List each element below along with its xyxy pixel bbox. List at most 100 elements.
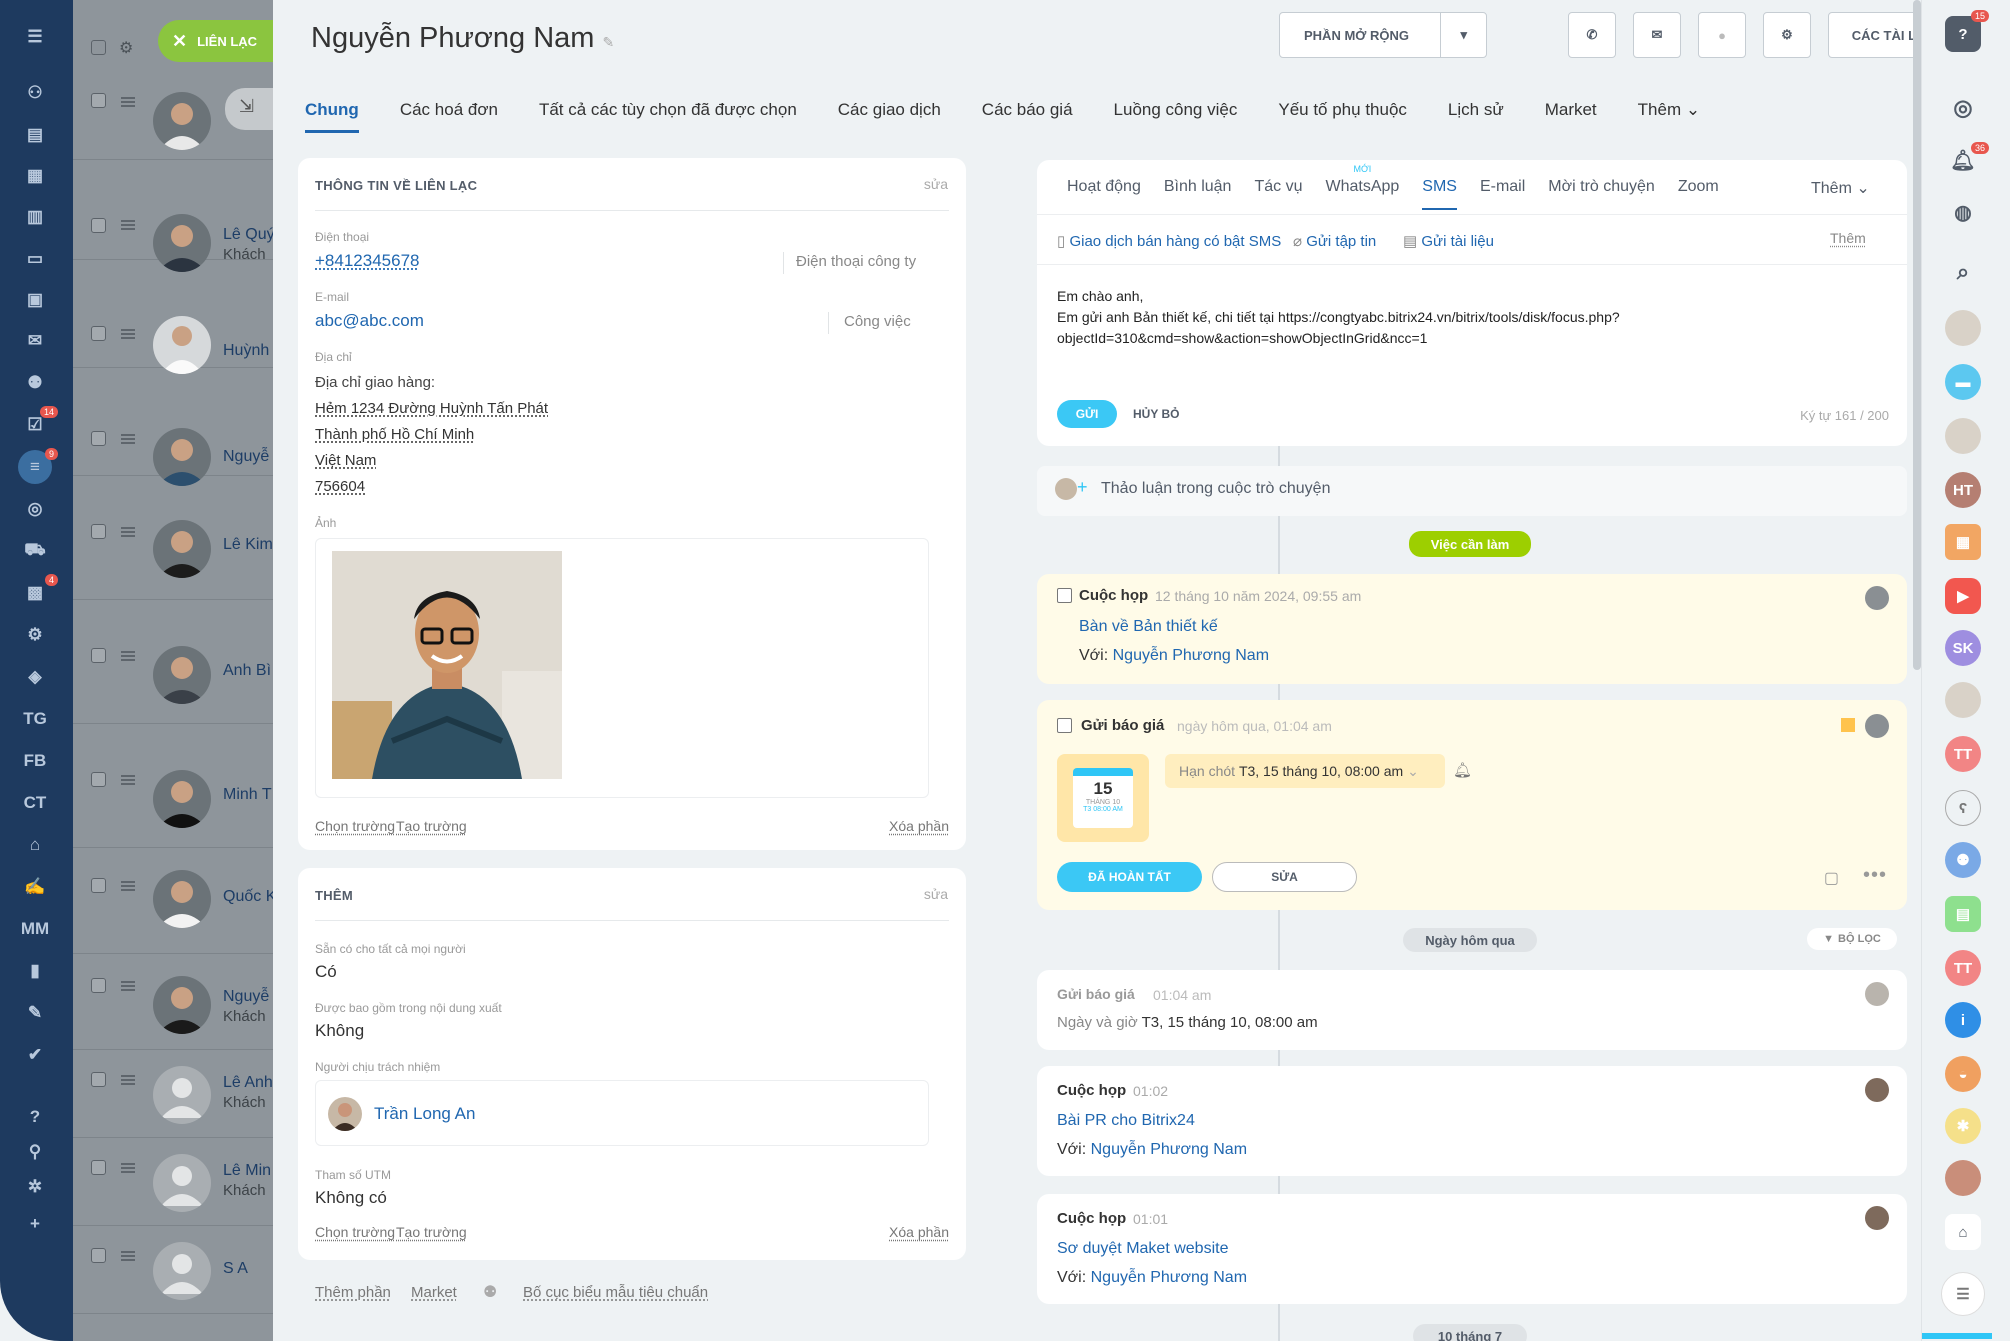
list-item[interactable]: Lê Min Khách xyxy=(73,1138,273,1226)
contact-link[interactable]: Nguyễn Phương Nam xyxy=(1091,1269,1247,1286)
nav-item-ct[interactable]: CT xyxy=(18,786,52,820)
groups-icon[interactable]: ⚉ xyxy=(18,366,52,400)
edit-more-link[interactable]: sửa xyxy=(924,886,948,902)
tab-task[interactable]: Tác vụ xyxy=(1254,178,1302,210)
menu-icon[interactable]: ☰ xyxy=(18,20,52,54)
tab-deals[interactable]: Các giao dịch xyxy=(838,100,941,133)
contact-close-tab[interactable]: ✕ LIÊN LẠC xyxy=(158,20,274,62)
list-item[interactable]: ⇲ xyxy=(73,60,273,160)
add-section-link[interactable]: Thêm phần xyxy=(315,1284,391,1301)
search-icon[interactable]: ⌕ xyxy=(1945,254,1981,290)
list-settings-icon[interactable]: ⚙ xyxy=(119,38,133,58)
lock-icon[interactable]: ⌂ xyxy=(1945,1214,1981,1250)
tab-general[interactable]: Chung xyxy=(305,100,359,133)
tab-whatsapp[interactable]: WhatsApp MỚI xyxy=(1325,164,1399,210)
help-icon[interactable]: ? 15 xyxy=(1945,10,1989,52)
checklist-icon[interactable]: ☑ 14 xyxy=(18,406,58,442)
more-dots-icon[interactable]: ••• xyxy=(1863,864,1887,887)
tab-activity[interactable]: Hoạt động xyxy=(1067,178,1141,210)
list-item[interactable]: Nguyễ xyxy=(73,368,273,486)
filter-button[interactable]: ▼ BỘ LỌC xyxy=(1807,928,1897,950)
tab-chat-invite[interactable]: Mời trò chuyện xyxy=(1548,178,1655,210)
extensions-button[interactable]: PHẦN MỞ RỘNG ▾ xyxy=(1279,12,1487,58)
target-icon[interactable]: ◎ xyxy=(18,492,52,526)
delete-section-link[interactable]: Xóa phần xyxy=(889,818,949,834)
email-link[interactable]: abc@abc.com xyxy=(315,311,424,331)
chat-button[interactable]: ● xyxy=(1698,12,1746,58)
edit-title-icon[interactable]: ✎ xyxy=(603,34,615,50)
cart-icon[interactable]: ⛟ xyxy=(18,534,52,568)
sitemap-icon[interactable]: ⚲ xyxy=(18,1135,52,1169)
sms-deal-link[interactable]: ▯ Giao dịch bán hàng có bật SMS xyxy=(1057,232,1281,250)
send-document-link[interactable]: ▤ Gửi tài liệu xyxy=(1403,232,1494,250)
settings-button[interactable]: ⚙ xyxy=(1763,12,1811,58)
bear-icon[interactable]: ʕ xyxy=(1945,790,1981,826)
lightbulb-icon[interactable]: ✱ xyxy=(1945,1108,1981,1144)
target-icon[interactable]: ◎ xyxy=(1945,90,1981,126)
edit-doc-icon[interactable]: ✎ xyxy=(18,996,52,1030)
sms-message-input[interactable]: Em chào anh, Em gửi anh Bản thiết kế, ch… xyxy=(1057,286,1887,349)
avatar-initials[interactable]: TT xyxy=(1945,950,1981,986)
avatar[interactable] xyxy=(1945,418,1981,454)
tab-invoices[interactable]: Các hoá đơn xyxy=(400,100,498,133)
robot-icon[interactable]: ⚙ xyxy=(18,618,52,652)
tab-email[interactable]: E-mail xyxy=(1480,178,1525,210)
address-line[interactable]: Thành phố Hồ Chí Minh xyxy=(315,426,474,443)
list-item[interactable]: Lê Kim xyxy=(73,476,273,600)
list-icon[interactable]: ☰ xyxy=(1941,1272,1985,1316)
chevron-down-icon[interactable]: ▾ xyxy=(1440,13,1486,57)
create-field-link[interactable]: Tạo trường xyxy=(396,1224,467,1240)
tab-dependencies[interactable]: Yếu tố phụ thuộc xyxy=(1278,100,1407,133)
calendar-icon[interactable]: ▦ xyxy=(18,159,52,193)
documents-icon[interactable]: ▥ xyxy=(18,200,52,234)
tab-market[interactable]: Market xyxy=(1545,100,1597,133)
avatar-initials[interactable]: HT xyxy=(1945,472,1981,508)
nav-item-mm[interactable]: MM xyxy=(18,912,52,946)
meeting-subject-link[interactable]: Bài PR cho Bitrix24 xyxy=(1057,1112,1195,1130)
note-icon[interactable]: ▢ xyxy=(1824,868,1839,888)
list-item[interactable]: Huỳnh xyxy=(73,260,273,374)
standard-layout-link[interactable]: Bố cục biểu mẫu tiêu chuẩn xyxy=(523,1284,708,1301)
collapse-icon[interactable]: ⇲ xyxy=(225,88,273,130)
tab-sms[interactable]: SMS xyxy=(1422,178,1457,210)
edit-contact-info-link[interactable]: sửa xyxy=(924,176,948,192)
food-icon[interactable]: ◒ xyxy=(1945,1056,1981,1092)
add-icon[interactable]: + xyxy=(18,1207,52,1241)
feed-icon[interactable]: ⚇ xyxy=(18,76,52,110)
avatar[interactable] xyxy=(1945,1160,1981,1196)
list-item[interactable]: Minh T xyxy=(73,724,273,848)
list-item[interactable]: Lê Quý Khách xyxy=(73,160,273,272)
chat-icon[interactable]: ◍ xyxy=(1945,194,1981,230)
sign-icon[interactable]: ✍ xyxy=(18,870,52,904)
avatar-initials[interactable]: TT xyxy=(1945,736,1981,772)
avatar[interactable] xyxy=(1945,682,1981,718)
meeting-subject-link[interactable]: Bàn về Bản thiết kế xyxy=(1079,618,1218,636)
list-item[interactable]: S A xyxy=(73,1226,273,1314)
bank-icon[interactable]: ⌂ xyxy=(18,828,52,862)
tab-history[interactable]: Lịch sử xyxy=(1448,100,1504,133)
tab-comment[interactable]: Bình luận xyxy=(1164,178,1232,210)
crm-icon[interactable]: ≡ 9 xyxy=(18,448,58,484)
color-marker[interactable] xyxy=(1841,718,1855,732)
delete-section-link[interactable]: Xóa phần xyxy=(889,1224,949,1240)
complete-checkbox[interactable] xyxy=(1057,588,1072,603)
bell-icon[interactable]: 🔔︎ xyxy=(1453,761,1472,779)
create-field-link[interactable]: Tạo trường xyxy=(396,818,467,834)
send-file-link[interactable]: ⌀ Gửi tập tin xyxy=(1293,232,1376,250)
mark-done-button[interactable]: ĐÃ HOÀN TẤT xyxy=(1057,862,1202,892)
contact-link[interactable]: Nguyễn Phương Nam xyxy=(1091,1141,1247,1158)
edit-button[interactable]: SỬA xyxy=(1212,862,1357,892)
address-line[interactable]: Hẻm 1234 Đường Huỳnh Tấn Phát xyxy=(315,400,548,417)
market-link[interactable]: Market xyxy=(411,1284,457,1301)
address-line[interactable]: Việt Nam xyxy=(315,452,376,469)
drive-icon[interactable]: ▭ xyxy=(18,242,52,276)
tab-more[interactable]: Thêm ⌄ xyxy=(1638,100,1700,133)
info-icon[interactable]: i xyxy=(1945,1002,1981,1038)
phone-button[interactable]: ✆ xyxy=(1568,12,1616,58)
box-icon[interactable]: ◈ xyxy=(18,660,52,694)
mail-button[interactable]: ✉ xyxy=(1633,12,1681,58)
group-icon[interactable]: ⚉ xyxy=(1945,842,1981,878)
tab-zoom[interactable]: Zoom xyxy=(1678,178,1719,210)
presentation-icon[interactable]: ▦ xyxy=(1945,524,1981,560)
mail-icon[interactable]: ✉ xyxy=(18,324,52,358)
